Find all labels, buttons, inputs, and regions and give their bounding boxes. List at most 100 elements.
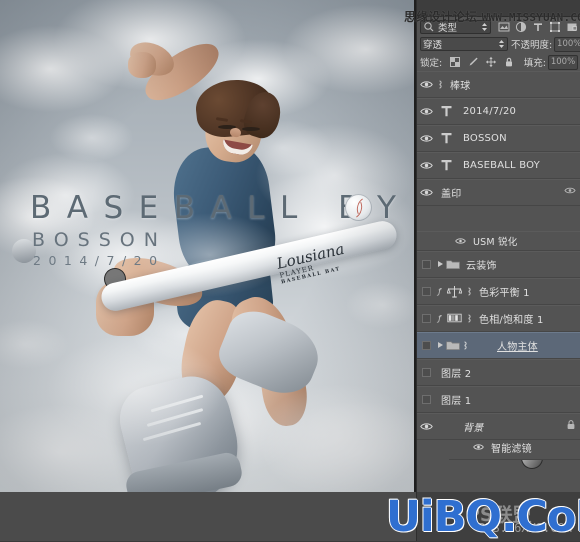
document-canvas[interactable]: Lousiana PLAYER BASEBALL BAT BASEBALL B … [0, 0, 416, 492]
visibility-toggle[interactable] [471, 443, 485, 451]
type-layer-icon [435, 104, 457, 118]
eye-icon [419, 161, 433, 169]
layer-name[interactable]: 人物主体 [497, 338, 538, 353]
document-bottom-bar [0, 492, 416, 541]
type-layer-icon [435, 158, 457, 172]
layer-name[interactable]: 智能滤镜 [491, 440, 532, 455]
blend-mode-dropdown[interactable]: 穿透 [420, 37, 508, 51]
layer-row-baseball-boy-text[interactable]: BASEBALL BOY [417, 152, 580, 179]
layer-name[interactable]: 背景 [463, 419, 483, 434]
group-disclosure-triangle[interactable] [435, 261, 446, 267]
folder-icon [446, 340, 460, 351]
layer-name[interactable]: BASEBALL BOY [463, 160, 540, 171]
visibility-toggle[interactable] [417, 80, 435, 89]
visibility-toggle[interactable] [417, 340, 435, 350]
poster-title-tail: Y [377, 190, 412, 226]
lock-label: 锁定: [420, 58, 443, 69]
smart-filter-visibility-icon[interactable] [564, 187, 576, 198]
link-icon[interactable] [464, 313, 473, 324]
blend-mode-value: 穿透 [423, 40, 443, 51]
canvas-edge [414, 0, 416, 492]
lock-transparent-pixels-icon[interactable] [449, 56, 461, 68]
layer-row-cloud-decor-group[interactable]: 云装饰 [417, 251, 580, 278]
smart-filter-name[interactable]: USM 锐化 [473, 234, 517, 248]
baseball-icon [345, 194, 372, 221]
visibility-off-box[interactable] [421, 394, 431, 404]
layer-row-stamp-smartobject[interactable]: 盖印 [417, 179, 580, 473]
folder-icon [446, 259, 460, 270]
link-icon[interactable] [435, 79, 444, 90]
chevron-updown-icon[interactable] [498, 39, 505, 49]
filter-visibility-toggle[interactable] [453, 237, 467, 245]
poster-date: 2014/7/20 [33, 253, 165, 268]
visibility-toggle[interactable] [417, 286, 435, 296]
visibility-toggle[interactable] [417, 394, 435, 404]
eye-icon [454, 237, 466, 244]
group-disclosure-triangle[interactable] [435, 342, 446, 348]
fill-input[interactable]: 100% [548, 54, 578, 70]
visibility-toggle[interactable] [417, 422, 435, 431]
layer-row-usm-sharpen[interactable]: USM 锐化 [417, 231, 580, 284]
blend-mode-row[interactable]: 穿透 不透明度: 100% [417, 35, 580, 53]
photoshop-window: Lousiana PLAYER BASEBALL BAT BASEBALL B … [0, 0, 580, 542]
layer-name[interactable]: 盖印 [441, 185, 461, 200]
lock-icon[interactable] [566, 419, 576, 433]
layer-row-background[interactable]: 背景 [417, 413, 580, 440]
layer-row-date-text[interactable]: 2014/7/20 [417, 98, 580, 125]
layer-list[interactable]: 棒球 2014/7/20 BOSSON BASEBALL BOY 盖印 智能滤镜… [417, 71, 580, 492]
eye-icon [419, 188, 433, 196]
layer-name[interactable]: 色彩平衡 1 [479, 284, 530, 299]
eye-icon [472, 444, 484, 450]
fill-control[interactable]: 填充: 100% [523, 54, 578, 70]
opacity-label: 不透明度: [511, 40, 553, 51]
opacity-input[interactable]: 100% [554, 36, 580, 52]
layer-row-layer-1[interactable]: 图层 1 [417, 386, 580, 413]
visibility-off-box[interactable] [421, 340, 431, 350]
visibility-toggle[interactable] [417, 107, 435, 116]
fill-label: 填充: [523, 58, 546, 69]
type-layer-icon [435, 131, 457, 145]
color-balance-icon [444, 285, 464, 298]
layer-name[interactable]: 云装饰 [466, 257, 497, 272]
watermark-top-en: WWW.MISSYUAN.COM [481, 11, 580, 24]
watermark-top-cn: 思缘设计论坛 [404, 10, 478, 24]
layer-row-layer-2[interactable]: 图层 2 [417, 359, 580, 386]
visibility-toggle[interactable] [417, 134, 435, 143]
eye-icon [419, 80, 433, 88]
layer-name-text: 色相/饱和度 1 [479, 314, 544, 326]
visibility-off-box[interactable] [421, 367, 431, 377]
layer-row-baseball[interactable]: 棒球 [417, 71, 580, 365]
opacity-control[interactable]: 不透明度: 100% [511, 36, 580, 52]
layer-row-main-character-group[interactable]: 人物主体 [417, 332, 580, 359]
layer-row-hue-saturation[interactable]: ƒ 色相/饱和度 1 [417, 305, 580, 332]
visibility-toggle[interactable] [417, 313, 435, 323]
hue-saturation-icon [444, 312, 464, 324]
layer-name[interactable]: 2014/7/20 [463, 106, 516, 117]
layer-name[interactable]: 色相/饱和度 1 [479, 311, 544, 326]
layer-name[interactable]: 图层 1 [441, 392, 471, 407]
layers-panel[interactable]: 类型 穿透 不透明度: 100% 锁定: 填充: 100% 棒球 2014/7/… [416, 0, 580, 492]
adjustment-marker: ƒ [438, 286, 441, 296]
watermark-top: 思缘设计论坛 WWW.MISSYUAN.COM [404, 8, 580, 25]
lock-image-pixels-icon[interactable] [467, 56, 479, 68]
lock-all-icon[interactable] [503, 56, 515, 68]
visibility-toggle[interactable] [417, 367, 435, 377]
visibility-toggle[interactable] [417, 259, 435, 269]
lock-icon-group[interactable] [449, 56, 515, 68]
lock-row[interactable]: 锁定: 填充: 100% [417, 53, 580, 72]
visibility-toggle[interactable] [417, 188, 435, 197]
lock-position-icon[interactable] [485, 56, 497, 68]
layer-name[interactable]: 棒球 [450, 77, 470, 92]
layer-name[interactable]: 图层 2 [441, 365, 471, 380]
adjustment-marker: ƒ [438, 313, 441, 323]
eye-icon [419, 134, 433, 142]
visibility-off-box[interactable] [421, 259, 431, 269]
link-icon[interactable] [464, 286, 473, 297]
link-icon[interactable] [460, 340, 469, 351]
visibility-off-box[interactable] [421, 313, 431, 323]
visibility-toggle[interactable] [417, 161, 435, 170]
layer-name[interactable]: BOSSON [463, 133, 507, 144]
layer-row-color-balance[interactable]: ƒ 色彩平衡 1 [417, 278, 580, 305]
visibility-off-box[interactable] [421, 286, 431, 296]
layer-row-bosson-text[interactable]: BOSSON [417, 125, 580, 152]
